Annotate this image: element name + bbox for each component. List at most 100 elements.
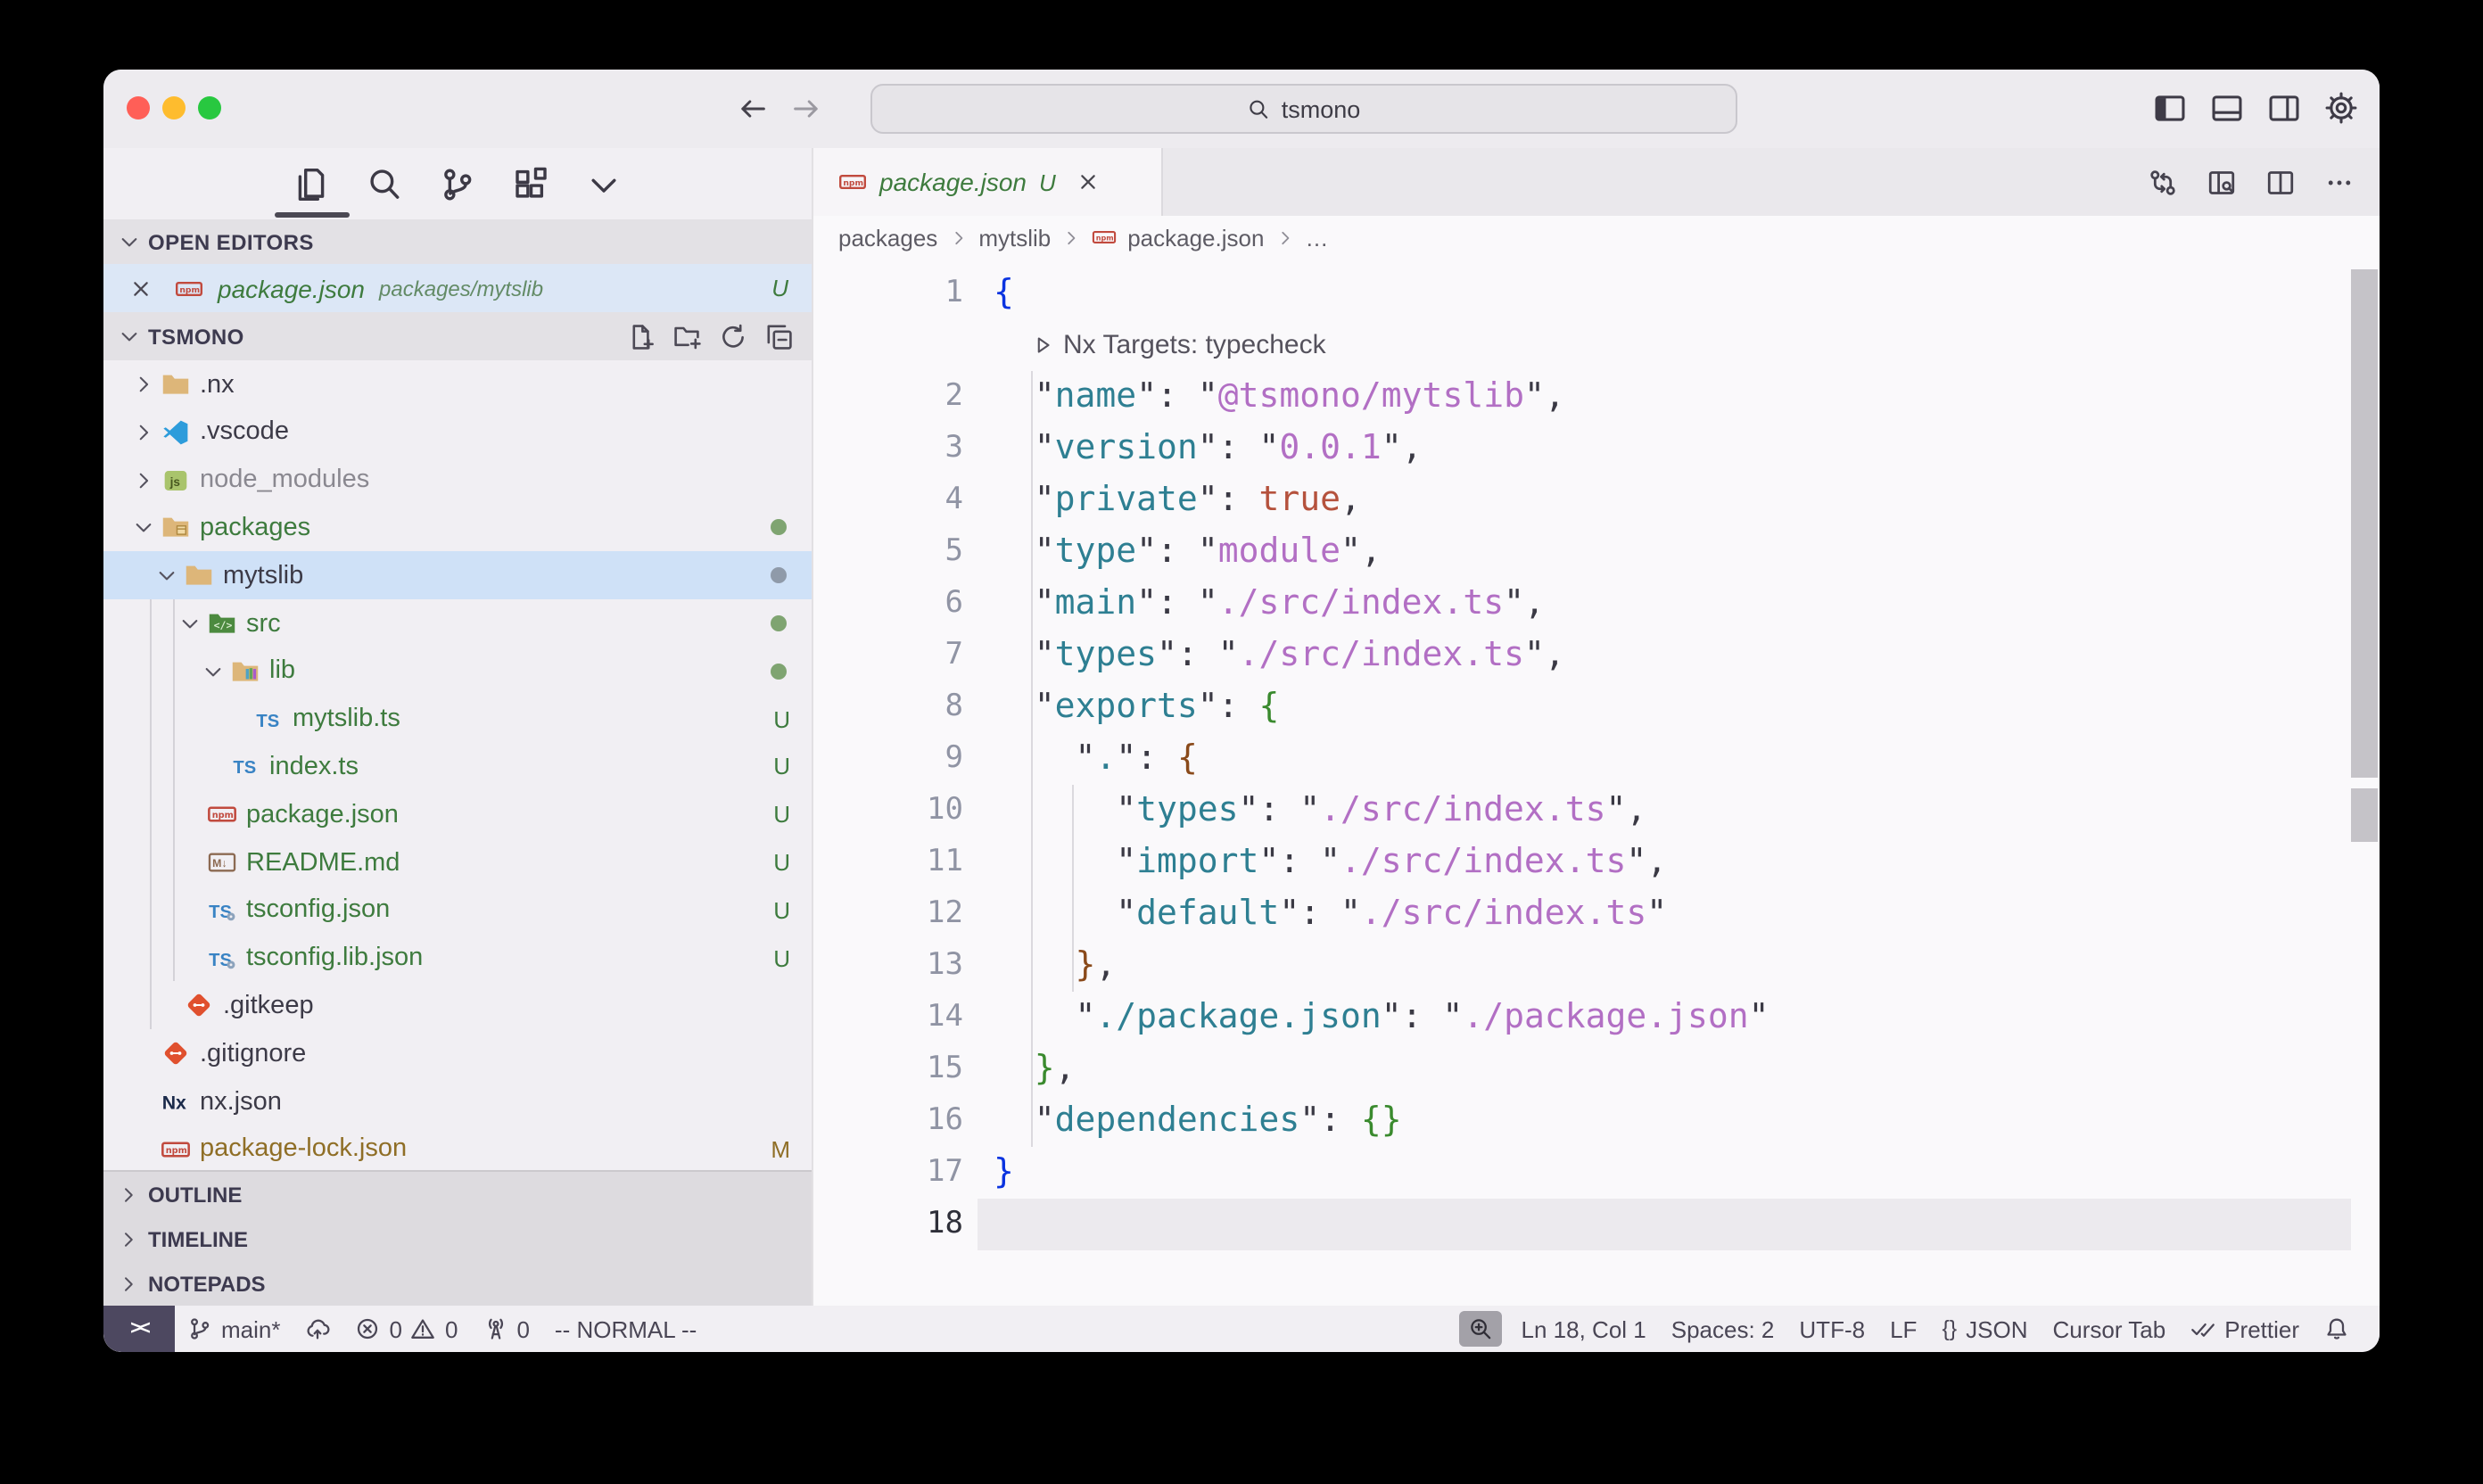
open-editors-title: OPEN EDITORS [148, 229, 314, 254]
statusbar-vim-mode[interactable]: -- NORMAL -- [542, 1306, 709, 1352]
back-button[interactable] [737, 93, 769, 125]
refresh-explorer-button[interactable] [719, 322, 747, 350]
maximize-button[interactable] [198, 96, 221, 120]
collapse-all-icon [765, 322, 794, 350]
activity-more-views[interactable] [585, 165, 623, 202]
error-circle-icon [356, 1316, 381, 1341]
statusbar-cursor-position[interactable]: Ln 18, Col 1 [1509, 1306, 1659, 1352]
close-tab-button[interactable] [1076, 169, 1101, 194]
panel-outline[interactable]: OUTLINE [103, 1172, 812, 1216]
breadcrumb-item[interactable]: packages [838, 224, 937, 251]
git-status-badge: U [773, 849, 790, 876]
tree-item-.nx[interactable]: .nx [103, 360, 812, 408]
statusbar-problems[interactable]: 00 [343, 1306, 471, 1352]
statusbar-notifications[interactable] [2312, 1306, 2362, 1352]
statusbar-sync-changes[interactable] [293, 1306, 343, 1352]
code-line-13: 13 }, [813, 940, 2380, 992]
statusbar-cursor-tab[interactable]: Cursor Tab [2041, 1306, 2179, 1352]
activity-search[interactable] [366, 165, 403, 202]
chevron-right-icon [1274, 227, 1294, 247]
chevron-down-icon [118, 325, 141, 348]
activity-explorer[interactable] [293, 165, 330, 202]
tree-item-package.json[interactable]: npmpackage.jsonU [103, 790, 812, 838]
open-editor-file-name: package.json [218, 274, 365, 302]
new-folder-button[interactable] [672, 322, 701, 350]
breadcrumb-item[interactable]: package.json [1127, 224, 1264, 251]
statusbar-git-branch[interactable]: main* [175, 1306, 293, 1352]
open-changes-button[interactable] [2148, 167, 2178, 197]
statusbar-formatter[interactable]: Prettier [2178, 1306, 2312, 1352]
layout-sidebar-left-icon [2153, 91, 2187, 125]
open-editor-item[interactable]: npmpackage.jsonpackages/mytslibU [103, 264, 812, 312]
statusbar-language-mode[interactable]: {}JSON [1929, 1306, 2040, 1352]
toggle-secondary-sidebar-button[interactable] [2267, 91, 2301, 125]
tree-item-.gitignore[interactable]: .gitignore [103, 1029, 812, 1077]
panel-notepads[interactable]: NOTEPADS [103, 1261, 812, 1306]
split-editor-button[interactable] [2265, 167, 2296, 197]
zoom-in-icon [1468, 1316, 1493, 1341]
tree-item-tsconfig.lib.json[interactable]: TStsconfig.lib.jsonU [103, 934, 812, 982]
statusbar-eol[interactable]: LF [1877, 1306, 1929, 1352]
tab-package-json[interactable]: npmpackage.jsonU [813, 148, 1163, 216]
svg-text:npm: npm [178, 284, 199, 294]
code-line-12: 12 "default": "./src/index.ts" [813, 888, 2380, 940]
new-file-button[interactable] [626, 322, 655, 350]
toggle-panel-button[interactable] [2210, 91, 2244, 125]
minimize-button[interactable] [162, 96, 186, 120]
forward-button[interactable] [790, 93, 822, 125]
toggle-primary-sidebar-button[interactable] [2153, 91, 2187, 125]
search-icon [366, 165, 403, 202]
activity-extensions[interactable] [512, 165, 549, 202]
statusbar-zoom-indicator[interactable] [1459, 1311, 1502, 1347]
tree-item-package-lock.json[interactable]: npmpackage-lock.jsonM [103, 1125, 812, 1174]
activity-source-control[interactable] [439, 165, 476, 202]
chevron-down-icon [132, 516, 155, 540]
ts-gear-icon: TS [207, 943, 237, 973]
settings-button[interactable] [2324, 91, 2358, 125]
statusbar-forwarded-ports[interactable]: 0 [470, 1306, 541, 1352]
more-actions-button[interactable] [2324, 167, 2355, 197]
explorer-section-header[interactable]: TSMONO [103, 312, 812, 360]
tree-item-packages[interactable]: packages [103, 504, 812, 552]
panel-timeline[interactable]: TIMELINE [103, 1216, 812, 1261]
tree-item-mytslib[interactable]: mytslib [103, 551, 812, 599]
compare-changes-icon [2148, 167, 2178, 197]
tree-item-nx.json[interactable]: Nxnx.json [103, 1077, 812, 1125]
open-preview-icon [2207, 167, 2237, 197]
open-editors-header[interactable]: OPEN EDITORS [103, 219, 812, 264]
collapse-folders-button[interactable] [765, 322, 794, 350]
close-icon [1076, 169, 1101, 194]
tree-item-lib[interactable]: lib [103, 647, 812, 696]
svg-text:npm: npm [842, 178, 862, 188]
statusbar-remote-indicator[interactable]: >< [103, 1306, 175, 1352]
tree-item-node_modules[interactable]: jsnode_modules [103, 456, 812, 504]
tree-item-src[interactable]: </>src [103, 599, 812, 647]
breadcrumb-item[interactable]: … [1305, 224, 1328, 251]
close-editor-button[interactable] [128, 276, 153, 301]
tree-item-index.ts[interactable]: TSindex.tsU [103, 743, 812, 791]
scrollbar-thumb[interactable] [2351, 269, 2378, 778]
close-button[interactable] [127, 96, 150, 120]
code-editor[interactable]: 1{Nx Targets: typecheck2 "name": "@tsmon… [813, 259, 2380, 1306]
statusbar-indentation[interactable]: Spaces: 2 [1659, 1306, 1787, 1352]
code-line-3: 3 "version": "0.0.1", [813, 423, 2380, 474]
codelens[interactable]: Nx Targets: typecheck [1031, 319, 1326, 371]
tree-item-README.md[interactable]: M↓README.mdU [103, 838, 812, 886]
explorer-actions [626, 322, 794, 350]
split-editor-icon [2265, 167, 2296, 197]
chevron-right-icon [132, 421, 155, 444]
git-status-badge: U [773, 705, 790, 732]
breadcrumbs[interactable]: packagesmytslibnpmpackage.json… [813, 216, 2380, 259]
breadcrumb-item[interactable]: mytslib [978, 224, 1051, 251]
tree-item-mytslib.ts[interactable]: TSmytslib.tsU [103, 695, 812, 743]
git-status-badge: M [771, 1136, 790, 1163]
tree-item-tsconfig.json[interactable]: TStsconfig.jsonU [103, 886, 812, 935]
scrollbar-thumb-lower[interactable] [2351, 788, 2378, 842]
tree-item-.gitkeep[interactable]: .gitkeep [103, 982, 812, 1030]
npm-icon: npm [161, 1134, 191, 1165]
open-preview-button[interactable] [2207, 167, 2237, 197]
tree-item-.vscode[interactable]: .vscode [103, 408, 812, 457]
statusbar-encoding[interactable]: UTF-8 [1786, 1306, 1877, 1352]
code-line-1: 1{ [813, 268, 2380, 319]
command-center[interactable]: tsmono [870, 84, 1737, 134]
